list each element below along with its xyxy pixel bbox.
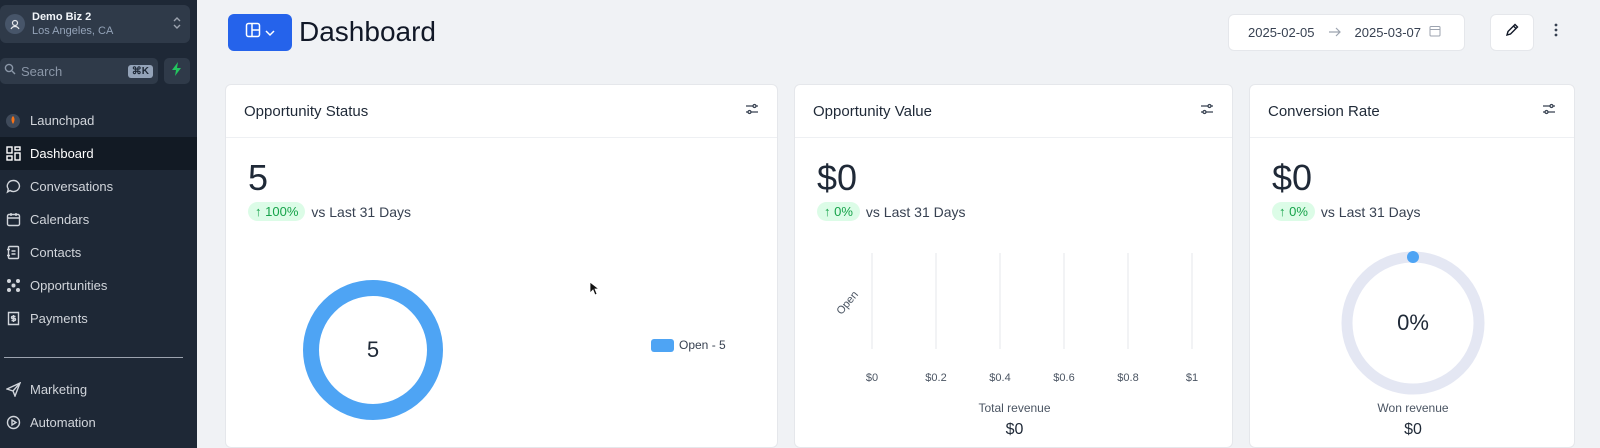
x-tick-label: $0 bbox=[866, 372, 878, 384]
filter-settings-icon[interactable] bbox=[745, 102, 759, 120]
donut-center-label: 5 bbox=[366, 337, 380, 362]
search-placeholder: Search bbox=[21, 63, 63, 79]
x-tick-label: $1 bbox=[1186, 372, 1198, 384]
sidebar-divider bbox=[4, 357, 183, 358]
sidebar-item-launchpad[interactable]: Launchpad bbox=[0, 104, 197, 137]
launchpad-icon bbox=[5, 113, 21, 129]
contacts-icon bbox=[5, 245, 21, 261]
sidebar-item-automation[interactable]: Automation bbox=[0, 406, 197, 439]
sidebar-item-label: Automation bbox=[30, 415, 96, 430]
trend-comparison: vs Last 31 Days bbox=[1320, 203, 1421, 220]
metric-value: 5 bbox=[248, 157, 269, 198]
automation-icon bbox=[5, 415, 21, 431]
arrow-right-icon bbox=[1328, 25, 1341, 40]
sidebar-item-marketing[interactable]: Marketing bbox=[0, 373, 197, 406]
legend-label: Open - 5 bbox=[679, 338, 726, 352]
metric-value: $0 bbox=[817, 157, 858, 198]
filter-settings-icon[interactable] bbox=[1542, 102, 1556, 120]
sidebar-item-label: Opportunities bbox=[30, 278, 108, 293]
trend-row: ↑ 100% vs Last 31 Days bbox=[248, 202, 411, 221]
metric-value: $0 bbox=[1272, 157, 1313, 198]
opportunity-value-card: Opportunity Value $0 ↑ 0% vs Last 31 Day… bbox=[794, 84, 1233, 448]
sidebar-item-label: Contacts bbox=[30, 245, 82, 260]
conversion-rate-card: Conversion Rate $0 ↑ 0% vs Last 31 Days … bbox=[1249, 84, 1575, 448]
location-icon bbox=[5, 14, 25, 34]
layout-icon bbox=[245, 22, 261, 43]
trend-row: ↑ 0% vs Last 31 Days bbox=[817, 202, 966, 221]
card-title: Opportunity Value bbox=[813, 102, 932, 120]
business-location: Los Angeles, CA bbox=[32, 25, 114, 37]
card-title: Conversion Rate bbox=[1268, 102, 1380, 120]
date-start[interactable]: 2025-02-05 bbox=[1248, 25, 1315, 40]
dashboard-icon bbox=[5, 146, 21, 162]
search-input[interactable]: Search ⌘K bbox=[0, 58, 158, 84]
search-shortcut: ⌘K bbox=[127, 64, 153, 78]
more-options-button[interactable] bbox=[1550, 22, 1562, 42]
gauge-indicator bbox=[1407, 251, 1419, 263]
y-category-label: Open bbox=[834, 289, 860, 317]
sidebar-item-label: Conversations bbox=[30, 179, 114, 194]
sidebar-item-conversations[interactable]: Conversations bbox=[0, 170, 197, 203]
calendar-icon bbox=[1429, 25, 1441, 40]
trend-change: 0% bbox=[1289, 204, 1308, 219]
date-range-picker[interactable]: 2025-02-05 2025-03-07 bbox=[1228, 14, 1465, 51]
legend-item-open: Open - 5 bbox=[651, 338, 726, 352]
business-name: Demo Biz 2 bbox=[32, 11, 92, 23]
bolt-icon bbox=[171, 61, 183, 81]
quick-actions-button[interactable] bbox=[164, 58, 190, 84]
trend-comparison: vs Last 31 Days bbox=[865, 203, 966, 220]
mouse-cursor-icon bbox=[589, 281, 599, 296]
x-tick-label: $0.2 bbox=[925, 372, 946, 384]
edit-dashboard-button[interactable] bbox=[1490, 14, 1534, 51]
trend-comparison: vs Last 31 Days bbox=[311, 203, 411, 220]
trend-badge: ↑ 0% bbox=[1272, 202, 1315, 221]
sidebar-item-label: Dashboard bbox=[30, 146, 94, 161]
gauge-center-label: 0% bbox=[1397, 310, 1429, 335]
chat-icon bbox=[5, 179, 21, 195]
search-icon bbox=[4, 62, 16, 80]
sidebar: Demo Biz 2 Los Angeles, CA Search ⌘K Lau… bbox=[0, 0, 197, 448]
sidebar-item-label: Launchpad bbox=[30, 113, 95, 128]
sidebar-item-label: Payments bbox=[30, 311, 88, 326]
trend-row: ↑ 0% vs Last 31 Days bbox=[1272, 202, 1421, 221]
calendar-icon bbox=[5, 212, 21, 228]
sidebar-item-calendars[interactable]: Calendars bbox=[0, 203, 197, 236]
page-title: Dashboard bbox=[299, 16, 436, 47]
chevron-updown-icon bbox=[172, 15, 182, 36]
gauge-footer-label: Won revenue bbox=[1377, 401, 1449, 415]
trend-change: 0% bbox=[834, 204, 853, 219]
trend-badge: ↑ 100% bbox=[248, 202, 306, 221]
payments-icon bbox=[5, 311, 21, 327]
footer-value: $0 bbox=[1404, 421, 1422, 438]
filter-settings-icon[interactable] bbox=[1200, 102, 1214, 120]
chart-xlabel: Total revenue bbox=[978, 401, 1051, 415]
layout-switcher-button[interactable] bbox=[228, 14, 292, 51]
kebab-icon bbox=[1554, 23, 1558, 42]
opportunity-status-card: Opportunity Status 5 ↑ 100% vs Last 31 D… bbox=[225, 84, 778, 448]
card-title: Opportunity Status bbox=[244, 102, 369, 120]
trend-badge: ↑ 0% bbox=[817, 202, 860, 221]
sidebar-item-opportunities[interactable]: Opportunities bbox=[0, 269, 197, 302]
sidebar-item-label: Marketing bbox=[30, 382, 88, 397]
sidebar-item-contacts[interactable]: Contacts bbox=[0, 236, 197, 269]
footer-value: $0 bbox=[1005, 421, 1024, 438]
send-icon bbox=[5, 382, 21, 398]
opportunities-icon bbox=[5, 278, 21, 294]
business-switcher[interactable]: Demo Biz 2 Los Angeles, CA bbox=[0, 5, 190, 43]
legend-swatch bbox=[651, 338, 674, 352]
date-end[interactable]: 2025-03-07 bbox=[1355, 25, 1422, 40]
sidebar-item-payments[interactable]: Payments bbox=[0, 302, 197, 335]
x-tick-label: $0.4 bbox=[989, 372, 1010, 384]
trend-change: 100% bbox=[265, 204, 299, 219]
revenue-bar-chart: $0 $0.2 $0.4 $0.6 $0.8 $1 Open bbox=[834, 253, 1198, 384]
x-tick-label: $0.8 bbox=[1117, 372, 1138, 384]
pencil-icon bbox=[1505, 23, 1519, 42]
chevron-down-icon bbox=[265, 24, 275, 42]
sidebar-item-dashboard[interactable]: Dashboard bbox=[0, 137, 197, 170]
x-tick-label: $0.6 bbox=[1053, 372, 1074, 384]
sidebar-item-label: Calendars bbox=[30, 212, 90, 227]
